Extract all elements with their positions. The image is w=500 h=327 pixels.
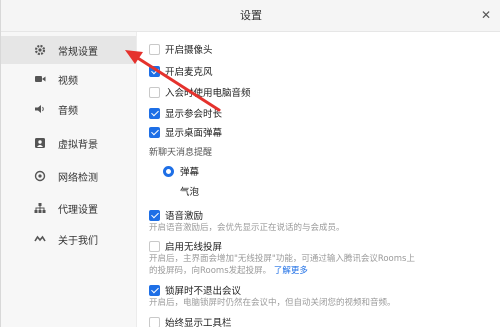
sidebar-item-about[interactable]: 关于我们 bbox=[1, 225, 136, 253]
sidebar-item-label: 关于我们 bbox=[58, 235, 98, 247]
open-mic-option[interactable]: 开启麦克风 bbox=[149, 64, 213, 78]
description-text: 的投屏码，向Rooms发起投屏。 bbox=[149, 266, 272, 276]
sidebar-item-label: 网络检测 bbox=[58, 172, 98, 184]
always-toolbar-checkbox[interactable] bbox=[149, 316, 160, 327]
sidebar-item-label: 音频 bbox=[58, 105, 78, 117]
keep-in-meeting-option[interactable]: 锁屏时不退出会议 bbox=[149, 283, 241, 297]
wireless-share-checkbox[interactable] bbox=[149, 240, 160, 252]
sidebar-item-label: 代理设置 bbox=[58, 204, 98, 216]
show-duration-option[interactable]: 显示参会时长 bbox=[149, 106, 222, 120]
close-icon[interactable]: ✕ bbox=[479, 8, 493, 22]
sidebar-item-video[interactable]: 视频 bbox=[1, 65, 136, 93]
sidebar-item-label: 虚拟背景 bbox=[58, 139, 98, 151]
show-desktop-popup-option[interactable]: 显示桌面弹幕 bbox=[149, 125, 222, 139]
sidebar-item-label: 常规设置 bbox=[58, 46, 98, 58]
open-camera-checkbox[interactable] bbox=[149, 43, 160, 55]
option-label: 开启摄像头 bbox=[165, 45, 213, 56]
speaker-icon bbox=[34, 103, 46, 115]
use-pc-audio-option[interactable]: 入会时使用电脑音频 bbox=[149, 85, 251, 99]
option-label: 开启麦克风 bbox=[165, 67, 213, 78]
open-camera-option[interactable]: 开启摄像头 bbox=[149, 42, 213, 56]
option-label: 语音激励 bbox=[165, 211, 204, 222]
description-line: 的投屏码，向Rooms发起投屏。 了解更多 bbox=[149, 265, 469, 277]
use-pc-audio-checkbox[interactable] bbox=[149, 86, 160, 98]
always-toolbar-option[interactable]: 始终显示工具栏 bbox=[149, 315, 232, 327]
open-mic-checkbox[interactable] bbox=[149, 65, 160, 77]
portrait-icon bbox=[34, 137, 46, 149]
sidebar-item-network-test[interactable]: 网络检测 bbox=[1, 162, 136, 190]
voice-excitation-description: 开启语音激励后，会优先显示正在说话的与会成员。 bbox=[149, 223, 345, 233]
settings-window: 设置 ✕ 常规设置 视频 音频 虚拟背景 网络检测 代理设置 关于我们 开启摄像… bbox=[0, 0, 500, 327]
wireless-share-description: 开启后，主界面会增加"无线投屏"功能，可通过输入腾讯会议Rooms上 的投屏码，… bbox=[149, 253, 469, 277]
keep-in-meeting-checkbox[interactable] bbox=[149, 284, 160, 296]
show-duration-checkbox[interactable] bbox=[149, 107, 160, 119]
sidebar-item-audio[interactable]: 音频 bbox=[1, 95, 136, 123]
video-icon bbox=[34, 73, 46, 85]
popup-radio-option[interactable]: 弹幕 bbox=[163, 164, 199, 178]
general-settings-panel: 开启摄像头 开启麦克风 入会时使用电脑音频 显示参会时长 显示桌面弹幕 新聊天消… bbox=[137, 32, 500, 327]
sidebar: 常规设置 视频 音频 虚拟背景 网络检测 代理设置 关于我们 bbox=[1, 32, 137, 327]
window-title: 设置 bbox=[240, 9, 262, 22]
sitemap-icon bbox=[34, 202, 46, 214]
option-label: 锁屏时不退出会议 bbox=[165, 286, 242, 297]
option-label: 气泡 bbox=[180, 187, 200, 198]
new-message-heading: 新聊天消息提醒 bbox=[149, 148, 213, 158]
option-label: 入会时使用电脑音频 bbox=[165, 88, 251, 99]
sidebar-item-proxy[interactable]: 代理设置 bbox=[1, 194, 136, 222]
sidebar-item-general[interactable]: 常规设置 bbox=[1, 36, 136, 64]
sidebar-item-label: 视频 bbox=[58, 75, 78, 87]
option-label: 显示参会时长 bbox=[165, 109, 223, 120]
wireless-share-option[interactable]: 启用无线投屏 bbox=[149, 239, 222, 253]
option-label: 启用无线投屏 bbox=[165, 242, 223, 253]
popup-radio[interactable] bbox=[163, 165, 174, 177]
option-label: 弹幕 bbox=[180, 167, 200, 178]
title-bar: 设置 ✕ bbox=[1, 0, 500, 32]
keep-in-meeting-description: 开启后，电脑锁屏时仍然在会议中，但自动关闭您的视频和音频。 bbox=[149, 298, 396, 308]
option-label: 始终显示工具栏 bbox=[165, 318, 232, 327]
option-label: 显示桌面弹幕 bbox=[165, 128, 223, 139]
learn-more-link[interactable]: 了解更多 bbox=[274, 266, 308, 276]
wave-icon bbox=[34, 233, 46, 245]
voice-excitation-option[interactable]: 语音激励 bbox=[149, 208, 203, 222]
description-line: 开启后，主界面会增加"无线投屏"功能，可通过输入腾讯会议Rooms上 bbox=[149, 254, 415, 264]
sidebar-item-virtual-background[interactable]: 虚拟背景 bbox=[1, 129, 136, 157]
bubble-radio-option[interactable]: 气泡 bbox=[163, 184, 199, 198]
voice-excitation-checkbox[interactable] bbox=[149, 209, 160, 221]
show-desktop-popup-checkbox[interactable] bbox=[149, 126, 160, 138]
gear-icon bbox=[34, 44, 46, 56]
network-icon bbox=[34, 170, 46, 182]
